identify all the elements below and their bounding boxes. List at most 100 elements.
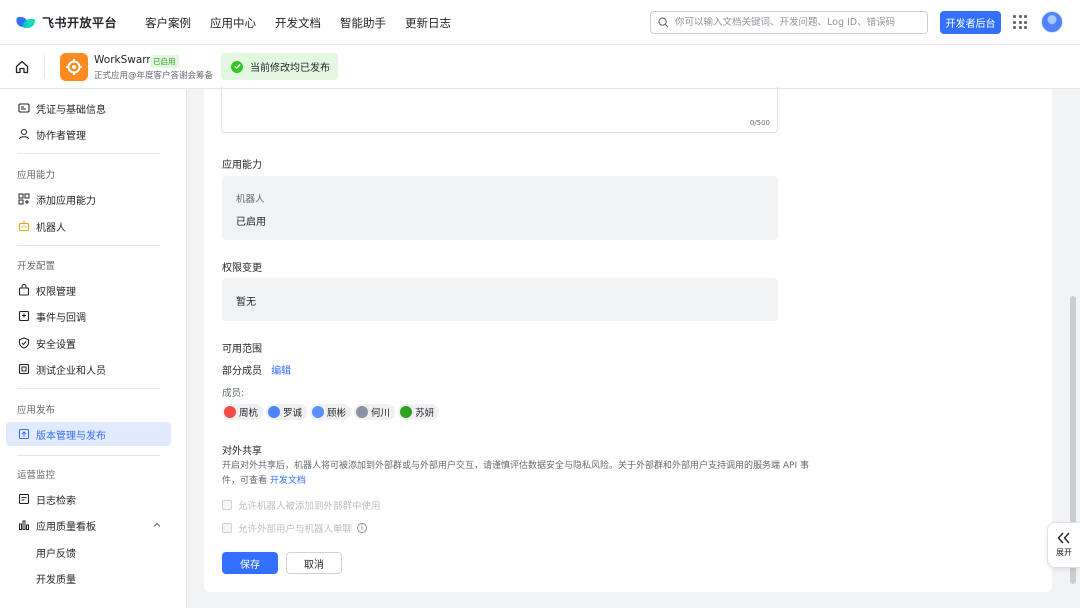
sidebar-item-label: 添加应用能力 bbox=[36, 195, 96, 207]
allow-external-chat-checkbox[interactable] bbox=[222, 523, 232, 533]
member-name: 何川 bbox=[371, 408, 391, 419]
app-logo-icon bbox=[60, 53, 88, 81]
share-description-text: 开启对外共享后，机器人将可被添加到外部群或与外部用户交互，请谨慎评估数据安全与隐… bbox=[222, 461, 809, 486]
save-button[interactable]: 保存 bbox=[222, 552, 278, 574]
sidebar-item-label: 日志检索 bbox=[36, 495, 76, 507]
sidebar-item-logs[interactable]: 日志检索 bbox=[6, 487, 171, 511]
sidebar-item-collaborators[interactable]: 协作者管理 bbox=[6, 122, 171, 146]
apps-grid-icon[interactable] bbox=[1013, 15, 1027, 29]
nav-link-assistant[interactable]: 智能助手 bbox=[340, 15, 386, 31]
member-name: 顾彬 bbox=[327, 408, 347, 419]
sidebar-item-add-capability[interactable]: 添加应用能力 bbox=[6, 187, 171, 211]
char-counter: 0/500 bbox=[749, 119, 770, 127]
sidebar: 凭证与基础信息 协作者管理 应用能力 添加应用能力 机器人 开发配置 权限管理 … bbox=[0, 89, 187, 608]
sidebar-item-feedback[interactable]: 用户反馈 bbox=[6, 540, 171, 564]
avatar bbox=[356, 406, 369, 418]
permission-change-box: 暂无 bbox=[222, 278, 778, 321]
sidebar-item-label: 协作者管理 bbox=[36, 130, 86, 142]
sidebar-section-capability: 应用能力 bbox=[17, 170, 56, 181]
scope-edit-link[interactable]: 编辑 bbox=[271, 366, 291, 377]
user-icon bbox=[18, 128, 30, 140]
nav-link-changelog[interactable]: 更新日志 bbox=[405, 15, 451, 31]
sidebar-item-permissions[interactable]: 权限管理 bbox=[6, 278, 171, 302]
divider bbox=[17, 388, 160, 389]
info-icon[interactable]: i bbox=[357, 523, 368, 533]
member-chip[interactable]: 顾彬 bbox=[310, 404, 352, 420]
toast-text: 当前修改均已发布 bbox=[250, 63, 330, 74]
share-label: 对外共享 bbox=[222, 446, 262, 457]
nav-link-app-center[interactable]: 应用中心 bbox=[210, 15, 256, 31]
sidebar-item-label: 安全设置 bbox=[36, 339, 76, 351]
sidebar-section-ops: 运营监控 bbox=[17, 470, 56, 481]
sidebar-item-label: 开发质量 bbox=[36, 574, 76, 586]
test-org-icon bbox=[18, 363, 30, 375]
capability-box: 机器人 已启用 bbox=[222, 176, 778, 240]
shield-icon bbox=[18, 337, 30, 349]
member-name: 苏妍 bbox=[415, 408, 435, 419]
search-icon bbox=[658, 17, 669, 28]
sidebar-item-dev-quality[interactable]: 开发质量 bbox=[6, 566, 171, 590]
capability-name: 机器人 bbox=[236, 194, 265, 205]
sidebar-item-credentials[interactable]: 凭证与基础信息 bbox=[6, 96, 171, 120]
app-header-bar: WorkSwarm 已启用 正式应用@年度客户答谢会筹备 当前修改均已发布 bbox=[0, 45, 1080, 89]
scope-value: 部分成员 bbox=[222, 366, 262, 377]
expand-label: 展开 bbox=[1056, 548, 1072, 557]
sidebar-item-label: 权限管理 bbox=[36, 286, 76, 298]
scope-row: 部分成员 编辑 bbox=[222, 362, 291, 377]
sidebar-item-quality[interactable]: 应用质量看板 bbox=[6, 513, 171, 537]
avatar bbox=[400, 406, 413, 418]
divider bbox=[17, 455, 160, 456]
search-input[interactable] bbox=[675, 17, 915, 28]
sidebar-item-label: 用户反馈 bbox=[36, 548, 76, 560]
sidebar-section-release: 应用发布 bbox=[17, 405, 56, 416]
id-card-icon bbox=[18, 102, 30, 114]
sidebar-item-events[interactable]: 事件与回调 bbox=[6, 304, 171, 328]
sidebar-item-version[interactable]: 版本管理与发布 bbox=[6, 422, 171, 446]
version-detail-panel: 0/500 应用能力 机器人 已启用 权限变更 暂无 可用范围 部分成员 编辑 … bbox=[204, 87, 1052, 592]
dev-docs-link[interactable]: 开发文档 bbox=[270, 476, 306, 486]
user-avatar[interactable] bbox=[1041, 11, 1063, 33]
allow-external-group-option: 允许机器人被添加到外部群中使用 bbox=[222, 498, 381, 512]
add-capability-icon bbox=[18, 193, 30, 205]
double-chevron-left-icon bbox=[1057, 532, 1070, 544]
nav-link-cases[interactable]: 客户案例 bbox=[145, 15, 191, 31]
sidebar-item-bot[interactable]: 机器人 bbox=[6, 214, 171, 238]
sidebar-item-security[interactable]: 安全设置 bbox=[6, 331, 171, 355]
sidebar-item-label: 机器人 bbox=[36, 222, 66, 234]
sidebar-item-test-org[interactable]: 测试企业和人员 bbox=[6, 357, 171, 381]
member-chip[interactable]: 周杭 bbox=[222, 404, 264, 420]
scope-label: 可用范围 bbox=[222, 344, 262, 355]
check-circle-icon bbox=[231, 60, 243, 73]
brand-logo[interactable]: 飞书开放平台 bbox=[15, 13, 117, 31]
sidebar-item-label: 版本管理与发布 bbox=[36, 430, 106, 442]
log-icon bbox=[18, 493, 30, 505]
allow-external-group-checkbox[interactable] bbox=[222, 500, 232, 510]
app-name: WorkSwarm bbox=[94, 54, 157, 66]
avatar bbox=[312, 406, 325, 418]
cancel-button[interactable]: 取消 bbox=[286, 552, 342, 574]
home-icon[interactable] bbox=[14, 59, 30, 75]
description-textarea[interactable]: 0/500 bbox=[221, 87, 778, 133]
nav-links: 客户案例 应用中心 开发文档 智能助手 更新日志 bbox=[145, 0, 470, 45]
checkbox-label: 允许机器人被添加到外部群中使用 bbox=[238, 501, 381, 512]
developer-console-button[interactable]: 开发者后台 bbox=[940, 11, 1001, 34]
chevron-up-icon[interactable] bbox=[153, 521, 161, 529]
member-chip[interactable]: 罗诚 bbox=[266, 404, 308, 420]
search-box[interactable] bbox=[650, 11, 928, 34]
app-description: 正式应用@年度客户答谢会筹备 bbox=[94, 71, 214, 81]
robot-icon bbox=[18, 220, 30, 232]
divider bbox=[17, 245, 160, 246]
sidebar-item-label: 应用质量看板 bbox=[36, 521, 96, 533]
divider bbox=[44, 55, 45, 79]
member-chip[interactable]: 何川 bbox=[354, 404, 396, 420]
capability-label: 应用能力 bbox=[222, 160, 262, 171]
allow-external-chat-option: 允许外部用户与机器人单聊 i bbox=[222, 521, 368, 535]
event-icon bbox=[18, 310, 30, 322]
expand-button[interactable]: 展开 bbox=[1047, 522, 1080, 568]
sidebar-item-label: 凭证与基础信息 bbox=[36, 104, 106, 116]
nav-link-docs[interactable]: 开发文档 bbox=[275, 15, 321, 31]
sidebar-section-dev: 开发配置 bbox=[17, 261, 56, 272]
member-chip[interactable]: 苏妍 bbox=[398, 404, 440, 420]
app-status-badge: 已启用 bbox=[150, 55, 179, 68]
bar-chart-icon bbox=[18, 519, 30, 531]
